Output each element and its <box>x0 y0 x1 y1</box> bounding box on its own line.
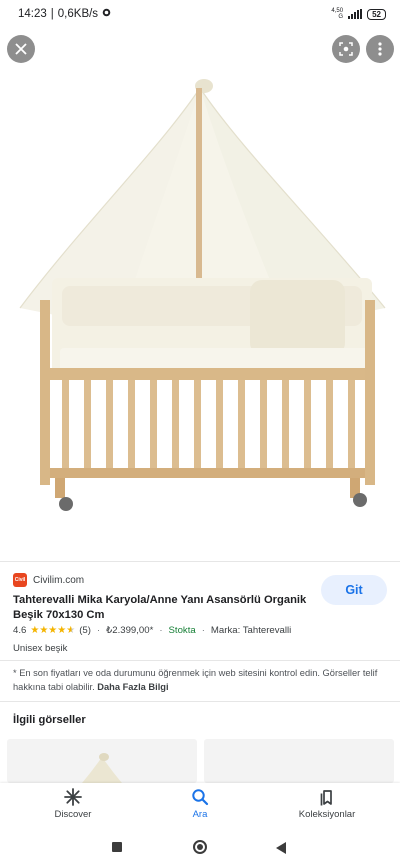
source-name: Civilim.com <box>33 574 85 586</box>
more-info-link[interactable]: Daha Fazla Bilgi <box>97 682 168 692</box>
separator-dot: · <box>159 625 163 636</box>
review-count: (5) <box>79 625 91 636</box>
close-icon <box>15 43 27 55</box>
related-image-thumbnail[interactable] <box>204 739 394 783</box>
star-icon: ★ <box>48 625 58 636</box>
related-image-thumbnail[interactable] <box>7 739 197 783</box>
divider <box>0 660 400 661</box>
copyright-notice: * En son fiyatları ve oda durumunu öğren… <box>13 667 388 694</box>
status-right: 4,50 G 52 <box>331 8 386 20</box>
notification-icon <box>102 8 111 20</box>
related-images-heading: İlgili görseller <box>13 714 86 726</box>
back-icon <box>276 842 286 854</box>
star-icon: ★ <box>39 625 49 636</box>
product-image <box>19 79 386 511</box>
signal-icon <box>348 9 363 19</box>
net-speed-indicator: 4,50 G <box>331 8 343 20</box>
source-favicon-icon: Civil <box>13 573 27 587</box>
more-options-button[interactable] <box>366 35 394 63</box>
product-price: ₺2.399,00* <box>106 625 154 636</box>
discover-icon <box>64 788 82 806</box>
status-separator: | <box>50 8 54 20</box>
notice-text: * En son fiyatları ve oda durumunu öğren… <box>13 668 378 692</box>
image-viewer[interactable] <box>0 28 400 561</box>
star-icon: ★ <box>30 625 40 636</box>
status-bar: 14:23 | 0,6KB/s 4,50 G 52 <box>0 0 400 28</box>
nav-search[interactable]: Ara <box>140 788 260 820</box>
star-icon: ★ <box>57 625 67 636</box>
nav-discover[interactable]: Discover <box>13 788 133 820</box>
battery-icon: 52 <box>367 8 386 20</box>
network-speed: 0,6KB/s <box>57 8 99 20</box>
stock-status: Stokta <box>168 625 196 636</box>
rating-value: 4.6 <box>13 625 27 636</box>
product-title[interactable]: Tahterevalli Mika Karyola/Anne Yanı Asan… <box>13 593 318 623</box>
collections-icon <box>320 790 332 806</box>
close-button[interactable] <box>7 35 35 63</box>
bottom-navigation: Discover Ara Koleksiyonlar <box>0 783 400 828</box>
source-row[interactable]: Civil Civilim.com <box>13 573 84 587</box>
related-image <box>82 753 122 783</box>
home-button[interactable] <box>193 840 207 854</box>
rating-stars: ★ ★ ★ ★ ★ <box>30 625 75 636</box>
recents-button[interactable] <box>112 842 122 852</box>
net-type: G <box>338 14 344 20</box>
nav-collections[interactable]: Koleksiyonlar <box>267 788 387 820</box>
status-left: 14:23 | 0,6KB/s <box>18 8 111 20</box>
search-icon <box>192 789 209 806</box>
status-time: 14:23 <box>18 8 47 20</box>
system-navigation-bar <box>0 828 400 866</box>
product-subtitle: Unisex beşik <box>13 643 68 654</box>
nav-discover-label: Discover <box>54 809 92 820</box>
nav-collections-label: Koleksiyonlar <box>298 809 356 820</box>
nav-search-label: Ara <box>192 809 208 820</box>
product-meta-row: 4.6 ★ ★ ★ ★ ★ (5) · ₺2.399,00* · Stokta … <box>13 625 291 636</box>
visit-button[interactable]: Git <box>321 575 387 605</box>
lens-button[interactable] <box>332 35 360 63</box>
separator-dot: · <box>201 625 205 636</box>
lens-icon <box>339 42 353 56</box>
star-half-icon: ★ <box>66 625 76 636</box>
separator-dot: · <box>96 625 101 636</box>
product-brand: Marka: Tahterevalli <box>210 625 292 636</box>
back-button[interactable] <box>276 841 287 859</box>
more-vert-icon <box>378 42 382 56</box>
divider <box>0 701 400 702</box>
home-icon <box>197 844 203 850</box>
